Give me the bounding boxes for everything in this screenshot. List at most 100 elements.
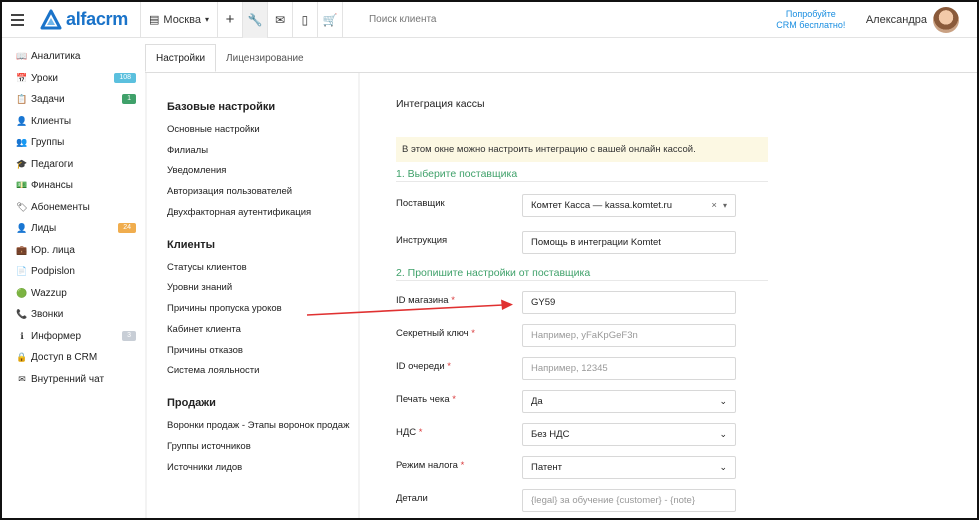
settings-menu-link[interactable]: Основные настройки <box>167 123 358 136</box>
sidebar-item-label: Podpislon <box>31 266 75 278</box>
settings-menu-link[interactable]: Двухфакторная аутентификация <box>167 206 358 219</box>
sidebar-item[interactable]: 🔒 Доступ в CRM <box>2 347 144 369</box>
sidebar: 📖 Аналитика 📅 Уроки 108 📋 Задачи 1 👤 Клиенты 👥 Груп… <box>2 39 144 518</box>
book-icon: 📖 <box>16 51 28 62</box>
search-input[interactable] <box>368 14 569 25</box>
money-icon: 💵 <box>16 180 28 191</box>
provider-select[interactable]: Комтет Касса — kassa.komtet.ru × ▾ <box>522 194 736 217</box>
count-badge: 108 <box>114 72 136 83</box>
vat-select[interactable]: Без НДС ⌄ <box>522 423 736 446</box>
mail-icon[interactable]: ✉ <box>268 2 292 38</box>
try-free-link[interactable]: Попробуйте CRM бесплатно! <box>770 9 852 31</box>
menu-group-title: Продажи <box>167 397 216 410</box>
instruction-label: Инструкция <box>396 235 448 246</box>
caret-down-icon[interactable]: ▾ <box>723 201 727 210</box>
print-receipt-value: Да <box>531 396 543 407</box>
sidebar-item[interactable]: 📞 Звонки <box>2 304 144 326</box>
vat-label: НДС * <box>396 427 423 438</box>
settings-menu-link[interactable]: Причины отказов <box>167 344 358 357</box>
sidebar-item[interactable]: 👥 Группы <box>2 132 144 154</box>
details-input[interactable]: {legal} за обучение {customer} - {note} <box>522 489 736 512</box>
tab-bar: Настройки Лицензирование <box>145 44 314 72</box>
city-label: Москва <box>163 13 201 26</box>
sidebar-item-label: Лиды <box>31 223 57 235</box>
sidebar-item[interactable]: 📄 Podpislon <box>2 261 144 283</box>
clear-icon[interactable]: × <box>711 200 717 211</box>
settings-menu-link[interactable]: Статусы клиентов <box>167 261 358 274</box>
user-icon: 👤 <box>16 115 28 126</box>
count-badge: 24 <box>118 223 136 233</box>
caret-down-icon: ▾ <box>204 15 209 24</box>
info-alert: В этом окне можно настроить интеграцию с… <box>396 137 768 162</box>
wrench-icon[interactable]: 🔧 <box>242 2 267 38</box>
sidebar-item[interactable]: 📖 Аналитика <box>2 46 144 68</box>
users-icon: 👥 <box>16 137 28 148</box>
secret-key-label: Секретный ключ * <box>396 328 475 339</box>
whatsapp-icon: 🟢 <box>16 287 28 298</box>
sidebar-item[interactable]: 📅 Уроки 108 <box>2 68 144 90</box>
sidebar-item-label: Звонки <box>31 309 64 321</box>
chevron-down-icon: ⌄ <box>719 429 727 439</box>
logo[interactable]: alfacrm <box>32 2 140 38</box>
sidebar-item[interactable]: 👤 Клиенты <box>2 111 144 133</box>
building-icon: ▤ <box>149 14 160 26</box>
sidebar-item[interactable]: ℹ Информер 3 <box>2 326 144 348</box>
sidebar-item-label: Финансы <box>31 180 73 192</box>
sidebar-item[interactable]: 💼 Юр. лица <box>2 240 144 262</box>
sidebar-item-label: Внутренний чат <box>31 373 105 385</box>
annotation-arrow-icon <box>306 299 513 316</box>
sidebar-item-label: Клиенты <box>31 115 72 127</box>
details-label: Детали <box>396 493 428 504</box>
instruction-link[interactable]: Помощь в интеграции Komtet <box>522 231 736 254</box>
queue-id-input[interactable]: Например, 12345 <box>522 357 736 380</box>
settings-menu-link[interactable]: Источники лидов <box>167 461 358 474</box>
mobile-icon[interactable]: ▯ <box>293 2 317 38</box>
sidebar-item[interactable]: 👤 Лиды 24 <box>2 218 144 240</box>
section-choose-provider: 1. Выберите поставщика <box>396 168 768 182</box>
print-receipt-label: Печать чека * <box>396 394 456 405</box>
settings-menu-link[interactable]: Группы источников <box>167 440 358 453</box>
settings-menu-link[interactable]: Система лояльности <box>167 364 358 377</box>
secret-key-input[interactable]: Например, yFaKpGeF3n <box>522 324 736 347</box>
settings-menu-link[interactable]: Воронки продаж - Этапы воронок продаж <box>167 419 358 432</box>
queue-id-label: ID очереди * <box>396 361 451 372</box>
top-bar: alfacrm ▤ Москва ▾ + 🔧 ✉ ▯ 🛒 Попробуйте … <box>2 2 977 38</box>
sidebar-item[interactable]: 💵 Финансы <box>2 175 144 197</box>
chevron-down-icon: ⌄ <box>719 462 727 472</box>
user-name[interactable]: Александра <box>852 14 933 26</box>
sidebar-item[interactable]: 🎓 Педагоги <box>2 154 144 176</box>
sidebar-item[interactable]: 🟢 Wazzup <box>2 283 144 305</box>
avatar[interactable] <box>933 6 959 33</box>
vat-value: Без НДС <box>531 429 570 440</box>
settings-menu-link[interactable]: Авторизация пользователей <box>167 185 358 198</box>
briefcase-icon: 💼 <box>16 244 28 255</box>
graduation-cap-icon: 🎓 <box>16 158 28 169</box>
sidebar-item-label: Задачи <box>31 94 65 106</box>
try-free-line2: CRM бесплатно! <box>776 19 846 30</box>
provider-label: Поставщик <box>396 198 445 209</box>
chevron-down-icon: ⌄ <box>719 396 727 406</box>
phone-icon: 📞 <box>16 309 28 320</box>
client-search[interactable] <box>343 2 743 38</box>
settings-menu-link[interactable]: Филиалы <box>167 144 358 157</box>
cart-icon[interactable]: 🛒 <box>318 2 342 38</box>
shop-id-input[interactable]: GY59 <box>522 291 736 314</box>
calendar-icon: 📅 <box>16 72 28 83</box>
print-receipt-select[interactable]: Да ⌄ <box>522 390 736 413</box>
tax-mode-value: Патент <box>531 462 563 473</box>
settings-menu-link[interactable]: Уведомления <box>167 164 358 177</box>
envelope-icon: ✉ <box>18 373 26 384</box>
sidebar-item[interactable]: 🏷 Абонементы <box>2 197 144 219</box>
add-icon[interactable]: + <box>218 2 242 38</box>
tab-settings[interactable]: Настройки <box>145 44 217 72</box>
sidebar-item[interactable]: ✉ Внутренний чат <box>2 369 144 391</box>
tab-licensing[interactable]: Лицензирование <box>216 44 314 72</box>
menu-icon[interactable] <box>2 2 32 38</box>
city-selector[interactable]: ▤ Москва ▾ <box>141 2 217 38</box>
info-icon: ℹ <box>20 330 24 341</box>
sidebar-item[interactable]: 📋 Задачи 1 <box>2 89 144 111</box>
tax-mode-select[interactable]: Патент ⌄ <box>522 456 736 479</box>
count-badge: 1 <box>122 94 136 104</box>
menu-group: Продажи Воронки продаж - Этапы воронок пр… <box>167 397 358 473</box>
settings-menu-link[interactable]: Кабинет клиента <box>167 323 358 336</box>
